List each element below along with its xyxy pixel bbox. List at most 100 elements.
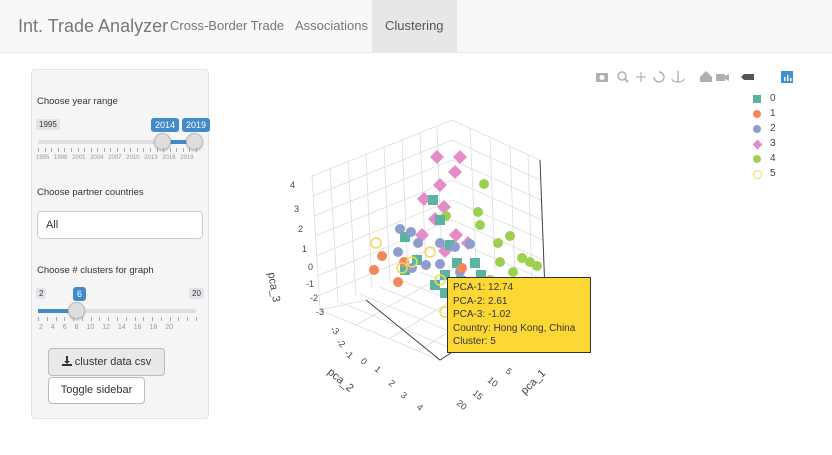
data-point[interactable] [424,246,436,258]
data-point[interactable] [493,238,503,248]
toggle-sidebar-button[interactable]: Toggle sidebar [48,377,145,404]
x-tick-label: 20 [455,398,469,412]
slider-tick [117,317,118,321]
grid-line [311,175,367,311]
data-point[interactable] [435,238,445,248]
clusters-grid-label: 2 [39,324,43,331]
data-point[interactable] [428,195,438,205]
data-point[interactable] [369,265,379,275]
y-tick-label: 3 [399,390,409,401]
slider-tick [163,148,165,152]
legend-label: 2 [770,123,776,134]
year-grid-label: 1995 [36,155,50,161]
tab-associations[interactable]: Associations [283,0,380,52]
clusters-grid-label: 10 [86,324,95,331]
tab-clustering[interactable]: Clustering [372,0,457,52]
data-point[interactable] [457,263,467,273]
download-cluster-csv-button[interactable]: cluster data csv [48,348,165,376]
z-tick-label: 4 [290,180,295,190]
legend-label: 4 [770,153,776,164]
data-point[interactable] [377,251,387,261]
data-point[interactable] [465,239,475,249]
partner-countries-label: Choose partner countries [37,187,144,198]
data-point[interactable] [495,257,505,267]
slider-tick [196,317,197,321]
clusters-grid-label: 18 [149,324,158,331]
y-tick-label: -1 [343,348,356,361]
clusters-value: 6 [73,287,87,301]
data-point[interactable] [505,231,515,241]
data-point[interactable] [449,228,463,242]
z-tick-label: -2 [310,293,318,303]
legend-label: 5 [770,168,776,179]
legend-item-3[interactable]: 3 [750,138,790,152]
x-tick-label: 5 [504,366,514,377]
data-point[interactable] [435,215,445,225]
slider-tick [160,317,162,321]
legend-item-5[interactable]: 5 [750,168,790,182]
slider-tick [123,148,125,152]
data-point[interactable] [393,247,403,257]
data-point[interactable] [393,277,403,287]
legend-item-4[interactable]: 4 [750,153,790,167]
data-point[interactable] [435,259,445,269]
diamond-marker-icon [752,139,763,150]
clusters-grid-label: 8 [74,324,79,331]
legend-label: 3 [770,138,776,149]
data-point[interactable] [395,224,405,234]
slider-tick [64,317,66,321]
clusters-grid-label: 20 [165,324,173,331]
year-range-grid-labels: 1995 1998 2001 2004 2007 2010 2013 2016 … [36,155,197,161]
z-tick-label: -1 [306,279,314,289]
data-point[interactable] [473,207,483,217]
data-point[interactable] [532,261,542,271]
x-tick-label: 15 [471,388,485,402]
slider-tick [182,148,184,152]
slider-tick [64,148,66,152]
download-icon [61,356,72,366]
data-point[interactable] [448,165,462,179]
data-point[interactable] [475,220,485,230]
tab-cross-border-trade[interactable]: Cross-Border Trade [158,0,296,52]
circle-marker-icon [753,155,761,163]
legend-item-1[interactable]: 1 [750,108,790,122]
data-point[interactable] [453,150,467,164]
slider-tick [77,148,79,152]
data-point[interactable] [430,150,444,164]
year-grid-label: 2016 [162,155,176,161]
legend-item-0[interactable]: 0 [750,93,790,107]
hover-tooltip: PCA-1: 12.74 PCA-2: 2.61 PCA-3: -1.02 Co… [447,277,591,353]
app-brand[interactable]: Int. Trade Analyzer [18,16,168,37]
slider-tick [196,148,197,152]
year-grid-label: 2007 [108,155,122,161]
data-point[interactable] [421,260,431,270]
grid-line [401,139,409,276]
data-point[interactable] [508,267,518,277]
clusters-grid-label: 14 [117,324,126,331]
partner-countries-select[interactable]: All [37,211,203,239]
tooltip-country: Country: Hong Kong, China [453,322,576,334]
data-point[interactable] [413,238,423,248]
slider-tick [134,317,136,321]
scatter-3d-plot[interactable]: pca_3 pca_2 pca_1 4 3 2 1 0 -1 -2 -3 -3 … [220,60,832,455]
cluster-5-points [370,237,451,318]
grid-line [329,167,339,303]
clusters-grid-label: 4 [50,324,55,331]
z-tick-label: 2 [298,224,303,234]
year-range-to-value: 2019 [182,118,211,132]
data-point[interactable] [479,179,489,189]
year-grid-label: 2010 [126,155,140,161]
grid-line [489,136,496,271]
clusters-grid-label: 16 [133,324,142,331]
data-point[interactable] [406,227,416,237]
legend-item-2[interactable]: 2 [750,123,790,137]
data-point[interactable] [450,242,460,252]
year-grid-label: 2013 [144,155,158,161]
data-point[interactable] [433,178,447,192]
slider-tick [57,148,59,152]
z-tick-label: 1 [302,244,307,254]
year-grid-label: 2004 [90,155,104,161]
data-point[interactable] [370,237,382,249]
data-point[interactable] [470,258,480,268]
grid-line [314,179,543,237]
